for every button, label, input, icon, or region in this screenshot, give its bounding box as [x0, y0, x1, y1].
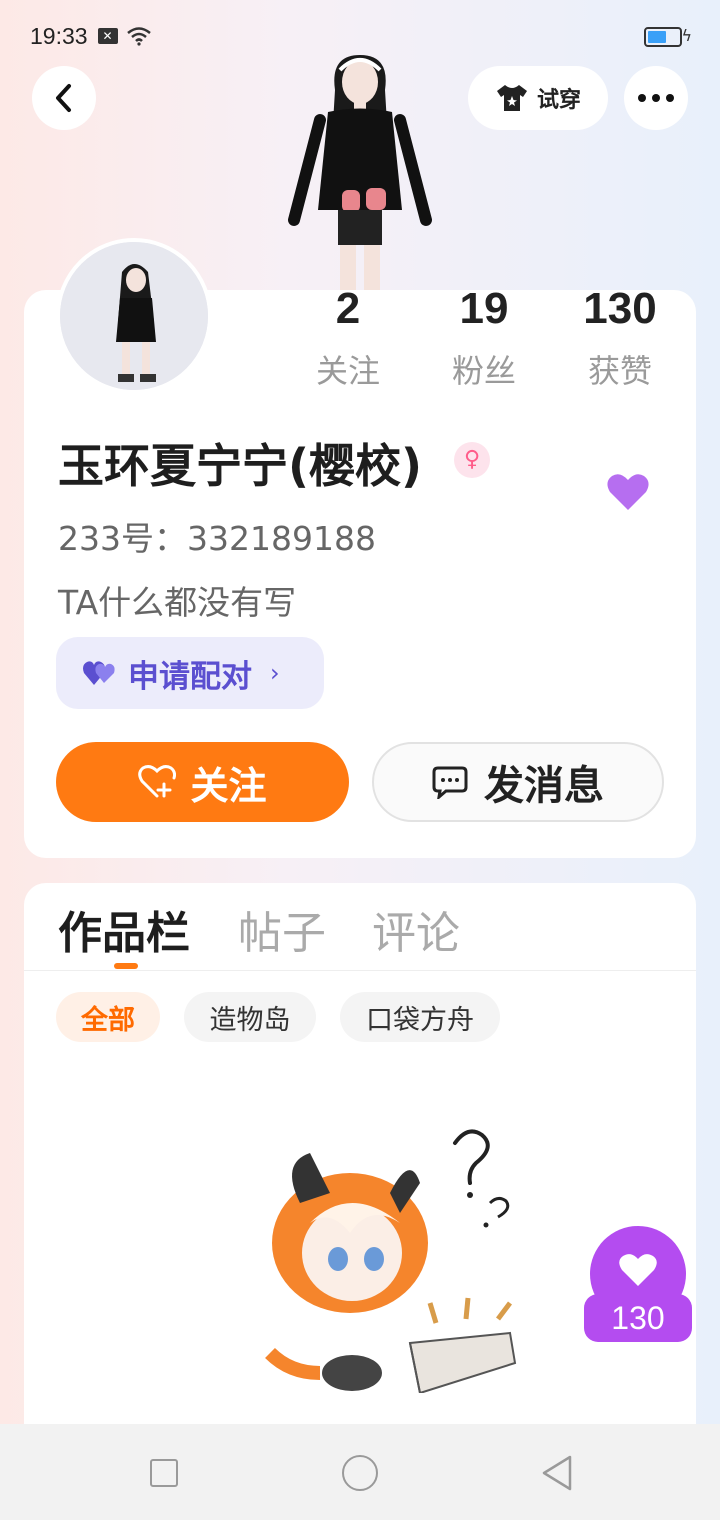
like-count: 130 [584, 1294, 692, 1342]
battery-icon [644, 27, 682, 47]
likes-label: 获赞 [587, 352, 652, 390]
user-id: 233号：332189188 [58, 519, 376, 558]
following-label: 关注 [315, 352, 380, 390]
following-stat[interactable]: 2 关注 [288, 280, 408, 392]
content-card: 作品栏 帖子 评论 全部 造物岛 口袋方舟 [24, 883, 696, 1443]
charging-icon: ϟ [681, 26, 692, 45]
double-heart-icon [83, 661, 115, 685]
recent-apps-icon[interactable] [150, 1459, 178, 1487]
avatar[interactable] [56, 238, 212, 394]
send-message-button[interactable]: 发消息 [372, 742, 664, 822]
chevron-left-icon [56, 84, 71, 112]
user-bio: TA什么都没有写 [58, 583, 297, 622]
fans-count: 19 [459, 284, 509, 333]
system-nav-bar [0, 1424, 720, 1520]
filter-all[interactable]: 全部 [56, 992, 160, 1042]
tshirt-icon [496, 85, 527, 111]
avatar-figure-icon [60, 242, 208, 390]
home-icon[interactable] [342, 1455, 378, 1491]
tab-comments[interactable]: 评论 [372, 897, 460, 961]
avatar-3d-figure [288, 55, 432, 290]
profile-stats: 2 关注 19 粉丝 130 获赞 [280, 280, 680, 400]
fans-label: 粉丝 [451, 352, 516, 390]
fans-stat[interactable]: 19 粉丝 [424, 280, 544, 392]
tab-posts[interactable]: 帖子 [238, 897, 326, 961]
heart-icon [619, 1254, 657, 1286]
chevron-right-icon: › [270, 659, 280, 687]
following-count: 2 [335, 284, 361, 333]
wifi-icon [126, 27, 151, 46]
female-icon: ♀ [454, 442, 490, 478]
no-sim-icon: ✕ [97, 28, 118, 44]
back-triangle-icon[interactable] [540, 1454, 574, 1492]
more-dots-icon [638, 94, 674, 102]
heart-icon[interactable] [606, 472, 650, 512]
filter-creation-island[interactable]: 造物岛 [184, 992, 316, 1042]
filter-pocket-ark[interactable]: 口袋方舟 [340, 992, 500, 1042]
apply-pair-label: 申请配对 [128, 658, 252, 695]
apply-pair-button[interactable]: 申请配对 › [56, 637, 324, 709]
likes-stat[interactable]: 130 获赞 [560, 280, 680, 392]
follow-button[interactable]: 关注 [56, 742, 349, 822]
send-message-label: 发消息 [484, 763, 604, 809]
try-on-button[interactable]: 试穿 [468, 66, 608, 130]
tab-indicator [114, 963, 138, 969]
username: 玉环夏宁宁(樱校) [58, 439, 423, 493]
try-on-label: 试穿 [536, 88, 581, 113]
likes-count: 130 [583, 284, 657, 333]
follow-label: 关注 [190, 763, 267, 808]
empty-state-illustration [265, 1129, 517, 1393]
tab-works[interactable]: 作品栏 [58, 897, 190, 961]
like-float-button[interactable]: 130 [584, 1226, 692, 1344]
chat-bubble-icon [432, 766, 468, 799]
heart-plus-icon [138, 765, 177, 798]
back-button[interactable] [32, 66, 96, 130]
status-time: 19:33 [30, 22, 88, 49]
more-options-button[interactable] [624, 66, 688, 130]
content-tabs: 作品栏 帖子 评论 [24, 883, 696, 971]
